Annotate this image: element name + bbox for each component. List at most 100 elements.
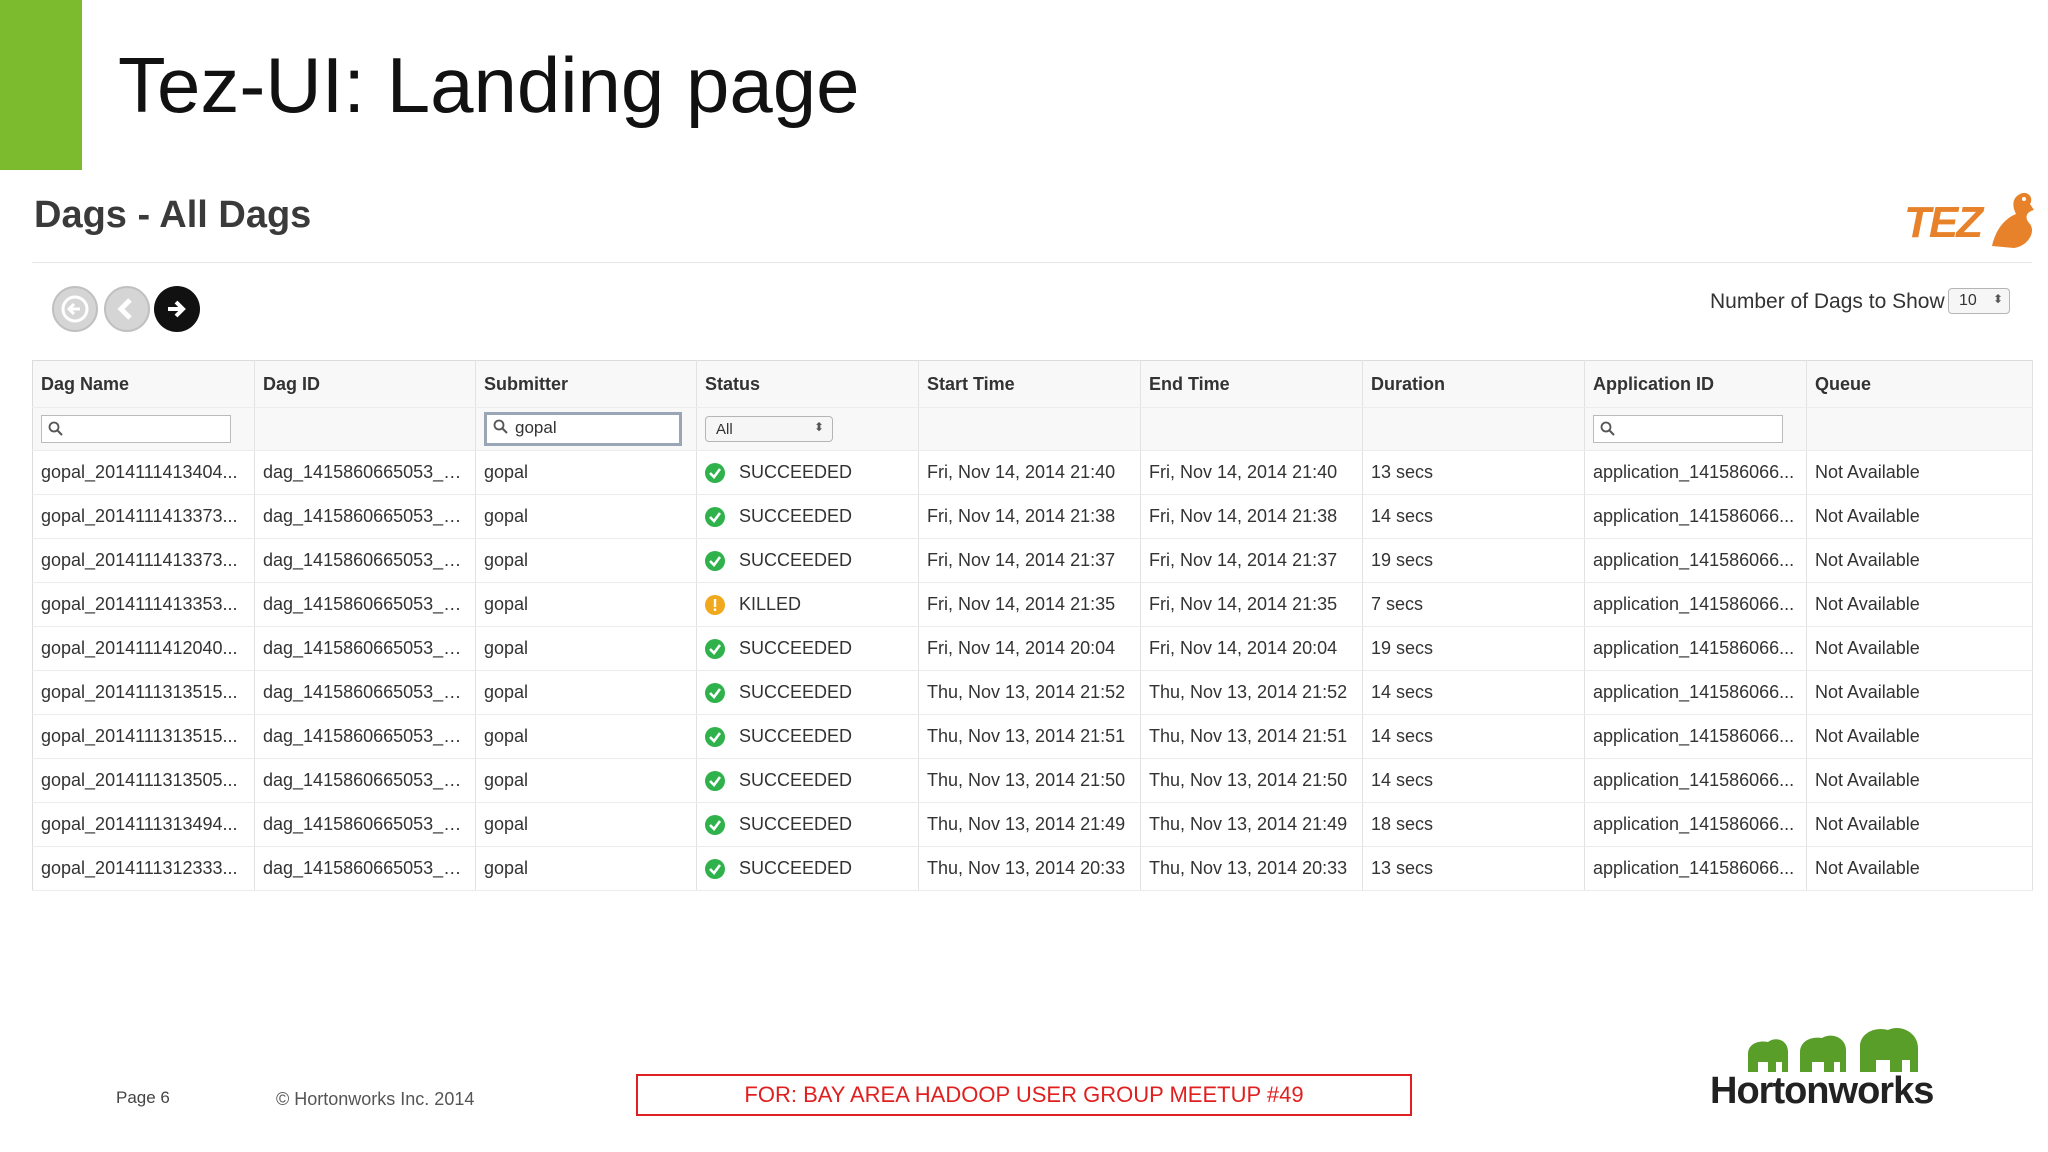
status-cell: SUCCEEDED <box>696 758 919 803</box>
dag-name-link[interactable]: gopal_2014111312333... <box>32 846 255 891</box>
success-check-icon <box>705 683 725 704</box>
submitter-cell: gopal <box>475 582 697 627</box>
dag-name-link[interactable]: gopal_2014111313494... <box>32 802 255 847</box>
application-id-link[interactable]: application_141586066... <box>1584 714 1807 759</box>
success-check-icon <box>705 727 725 748</box>
tez-ui-screenshot: Dags - All Dags TEZ Number of Dags to Sh… <box>24 180 2040 900</box>
status-cell: SUCCEEDED <box>696 714 919 759</box>
table-row: gopal_2014111413353... dag_1415860665053_… <box>32 582 2033 627</box>
application-id-link[interactable]: application_141586066... <box>1584 450 1807 495</box>
end-time-cell: Thu, Nov 13, 2014 20:33 <box>1140 846 1363 891</box>
status-cell: SUCCEEDED <box>696 450 919 495</box>
hortonworks-logo: Hortonworks <box>1708 1022 1938 1122</box>
status-cell: SUCCEEDED <box>696 494 919 539</box>
end-time-cell: Thu, Nov 13, 2014 21:49 <box>1140 802 1363 847</box>
application-id-link[interactable]: application_141586066... <box>1584 802 1807 847</box>
tez-ostrich-icon <box>1992 192 2034 248</box>
copyright: © Hortonworks Inc. 2014 <box>276 1089 475 1109</box>
success-check-icon <box>705 551 725 572</box>
column-header[interactable]: Application ID <box>1584 360 1807 408</box>
duration-cell: 19 secs <box>1362 538 1585 583</box>
table-row: gopal_2014111313515... dag_1415860665053_… <box>32 670 2033 715</box>
start-time-cell: Fri, Nov 14, 2014 20:04 <box>918 626 1141 671</box>
dag-id-cell: dag_1415860665053_0... <box>254 846 476 891</box>
end-time-cell: Fri, Nov 14, 2014 21:40 <box>1140 450 1363 495</box>
select-arrows-icon: ⬍ <box>813 420 824 434</box>
first-page-button[interactable] <box>52 286 98 332</box>
column-header[interactable]: Start Time <box>918 360 1141 408</box>
search-icon <box>493 419 508 434</box>
tez-logo-text: TEZ <box>1904 198 1983 247</box>
filter-cell-duration <box>1362 407 1585 451</box>
application-id-link[interactable]: application_141586066... <box>1584 494 1807 539</box>
application-id-filter-input[interactable] <box>1593 415 1783 443</box>
filter-cell-status: All ⬍ <box>696 407 919 451</box>
queue-cell: Not Available <box>1806 714 2033 759</box>
success-check-icon <box>705 507 725 528</box>
start-time-cell: Thu, Nov 13, 2014 20:33 <box>918 846 1141 891</box>
dags-count-select[interactable]: 10 ⬍ <box>1948 288 2010 314</box>
start-time-cell: Thu, Nov 13, 2014 21:52 <box>918 670 1141 715</box>
queue-cell: Not Available <box>1806 582 2033 627</box>
submitter-cell: gopal <box>475 626 697 671</box>
next-page-button[interactable] <box>154 286 200 332</box>
dag-name-link[interactable]: gopal_2014111413404... <box>32 450 255 495</box>
column-header[interactable]: Queue <box>1806 360 2033 408</box>
column-header[interactable]: Dag ID <box>254 360 476 408</box>
dag-id-cell: dag_1415860665053_0... <box>254 802 476 847</box>
column-header[interactable]: Duration <box>1362 360 1585 408</box>
dag-name-link[interactable]: gopal_2014111412040... <box>32 626 255 671</box>
dag-name-filter-input[interactable] <box>41 415 231 443</box>
success-check-icon <box>705 815 725 836</box>
status-text: SUCCEEDED <box>739 637 853 658</box>
status-filter-select[interactable]: All ⬍ <box>705 416 833 442</box>
dag-name-link[interactable]: gopal_2014111413373... <box>32 538 255 583</box>
queue-cell: Not Available <box>1806 670 2033 715</box>
status-text: SUCCEEDED <box>739 461 853 482</box>
dags-count-value: 10 <box>1959 292 1977 309</box>
application-id-link[interactable]: application_141586066... <box>1584 538 1807 583</box>
dag-name-link[interactable]: gopal_2014111313515... <box>32 670 255 715</box>
column-header[interactable]: Submitter <box>475 360 697 408</box>
status-text: SUCCEEDED <box>739 769 853 790</box>
select-arrows-icon: ⬍ <box>1992 292 2003 306</box>
dag-id-cell: dag_1415860665053_0... <box>254 626 476 671</box>
submitter-cell: gopal <box>475 450 697 495</box>
dags-table: Dag Name Dag ID Submitter Status Start Time E… <box>32 360 2033 891</box>
dag-name-link[interactable]: gopal_2014111313515... <box>32 714 255 759</box>
submitter-cell: gopal <box>475 758 697 803</box>
start-time-cell: Thu, Nov 13, 2014 21:50 <box>918 758 1141 803</box>
prev-page-button[interactable] <box>104 286 150 332</box>
warning-icon <box>705 595 725 616</box>
queue-cell: Not Available <box>1806 758 2033 803</box>
duration-cell: 14 secs <box>1362 494 1585 539</box>
submitter-filter-input[interactable]: gopal <box>484 412 682 446</box>
application-id-link[interactable]: application_141586066... <box>1584 846 1807 891</box>
application-id-link[interactable]: application_141586066... <box>1584 758 1807 803</box>
hortonworks-logo-text: Hortonworks <box>1710 1070 1934 1112</box>
success-check-icon <box>705 463 725 484</box>
column-header[interactable]: Status <box>696 360 919 408</box>
dag-name-link[interactable]: gopal_2014111413373... <box>32 494 255 539</box>
application-id-link[interactable]: application_141586066... <box>1584 626 1807 671</box>
success-check-icon <box>705 859 725 880</box>
dag-name-link[interactable]: gopal_2014111413353... <box>32 582 255 627</box>
submitter-cell: gopal <box>475 802 697 847</box>
queue-cell: Not Available <box>1806 494 2033 539</box>
status-text: SUCCEEDED <box>739 857 853 878</box>
column-header[interactable]: End Time <box>1140 360 1363 408</box>
status-text: SUCCEEDED <box>739 725 853 746</box>
column-header[interactable]: Dag Name <box>32 360 255 408</box>
submitter-cell: gopal <box>475 714 697 759</box>
slide-title: Tez-UI: Landing page <box>118 41 860 129</box>
application-id-link[interactable]: application_141586066... <box>1584 670 1807 715</box>
slide-accent-block <box>0 0 82 170</box>
submitter-cell: gopal <box>475 670 697 715</box>
queue-cell: Not Available <box>1806 846 2033 891</box>
dag-name-link[interactable]: gopal_2014111313505... <box>32 758 255 803</box>
table-row: gopal_2014111313515... dag_1415860665053_… <box>32 714 2033 759</box>
submitter-cell: gopal <box>475 538 697 583</box>
table-row: gopal_2014111413373... dag_1415860665053_… <box>32 538 2033 583</box>
application-id-link[interactable]: application_141586066... <box>1584 582 1807 627</box>
duration-cell: 14 secs <box>1362 714 1585 759</box>
